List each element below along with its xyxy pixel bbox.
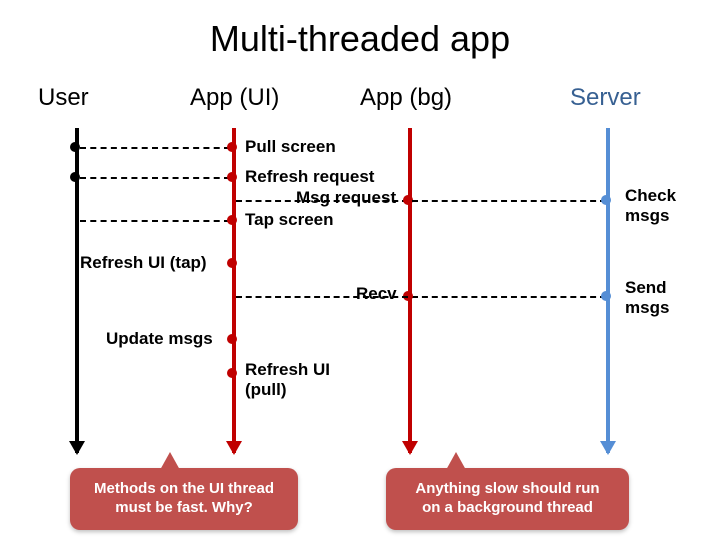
msg-tap: Tap screen — [245, 210, 334, 230]
msg-refresh-req: Refresh request — [245, 167, 374, 187]
diagram-stage: Multi-threaded app User App (UI) App (bg… — [0, 0, 720, 540]
callout-ui-fast: Methods on the UI thread must be fast. W… — [70, 468, 298, 530]
msg-line — [412, 200, 606, 202]
event-dot — [227, 258, 237, 268]
msg-pull: Pull screen — [245, 137, 336, 157]
msg-line — [80, 147, 230, 149]
msg-line — [80, 220, 230, 222]
event-dot — [227, 142, 237, 152]
callout-bg-slow: Anything slow should run on a background… — [386, 468, 629, 530]
event-dot — [601, 291, 611, 301]
event-dot — [70, 142, 80, 152]
msg-line — [412, 296, 606, 298]
lane-bg: App (bg) — [360, 84, 452, 112]
lane-user: User — [38, 84, 89, 112]
msg-recv: Recv — [356, 284, 397, 304]
lane-server: Server — [570, 84, 641, 112]
page-title: Multi-threaded app — [0, 18, 720, 60]
msg-refresh-pull: Refresh UI (pull) — [245, 360, 330, 400]
event-dot — [601, 195, 611, 205]
msg-update: Update msgs — [106, 329, 213, 349]
msg-line — [80, 177, 230, 179]
msg-refresh-tap: Refresh UI (tap) — [80, 253, 207, 273]
event-dot — [227, 172, 237, 182]
msg-check: Check msgs — [625, 186, 676, 226]
event-dot — [227, 334, 237, 344]
lane-ui: App (UI) — [190, 84, 279, 112]
event-dot — [70, 172, 80, 182]
msg-send: Send msgs — [625, 278, 669, 318]
event-dot — [227, 215, 237, 225]
msg-msg-req: Msg request — [296, 188, 396, 208]
event-dot — [227, 368, 237, 378]
